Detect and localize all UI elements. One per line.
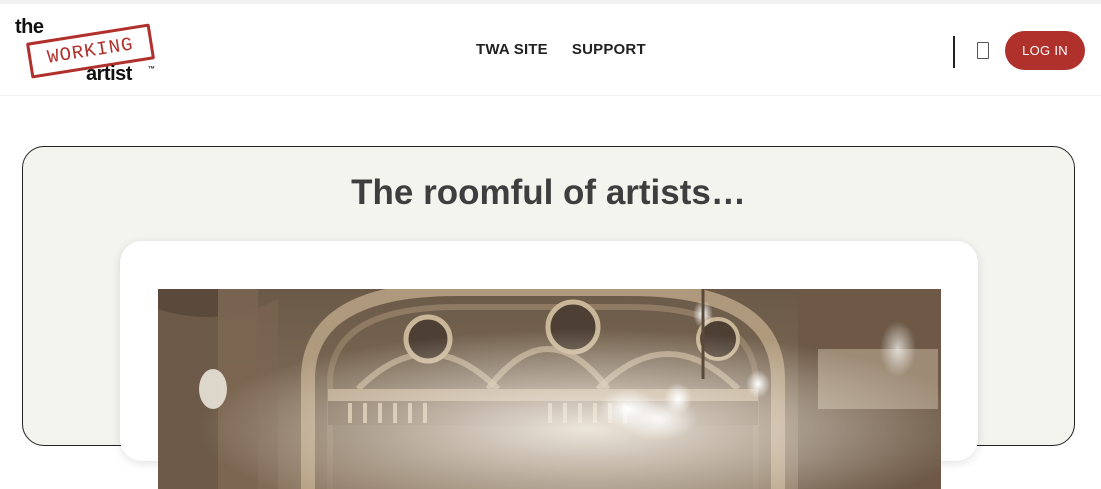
ornate-hall-illustration: [158, 289, 941, 489]
site-header: the WORKING artist ™ TWA SITE SUPPORT LO…: [0, 4, 1101, 96]
header-divider: [953, 36, 955, 68]
nav-item-support[interactable]: SUPPORT: [572, 41, 646, 58]
nav-item-twa-site[interactable]: TWA SITE: [476, 41, 548, 58]
login-button[interactable]: LOG IN: [1005, 31, 1085, 70]
logo-word-the: the: [15, 16, 44, 38]
image-card: [120, 241, 978, 489]
cart-icon[interactable]: [977, 42, 989, 59]
main-nav: TWA SITE SUPPORT: [476, 41, 646, 58]
logo-trademark: ™: [148, 66, 155, 73]
page-title: The roomful of artists…: [351, 173, 746, 212]
content-card: The roomful of artists…: [22, 146, 1075, 489]
site-logo[interactable]: the WORKING artist ™: [14, 16, 156, 90]
logo-word-artist: artist: [86, 63, 132, 85]
hero-image: [158, 289, 941, 489]
